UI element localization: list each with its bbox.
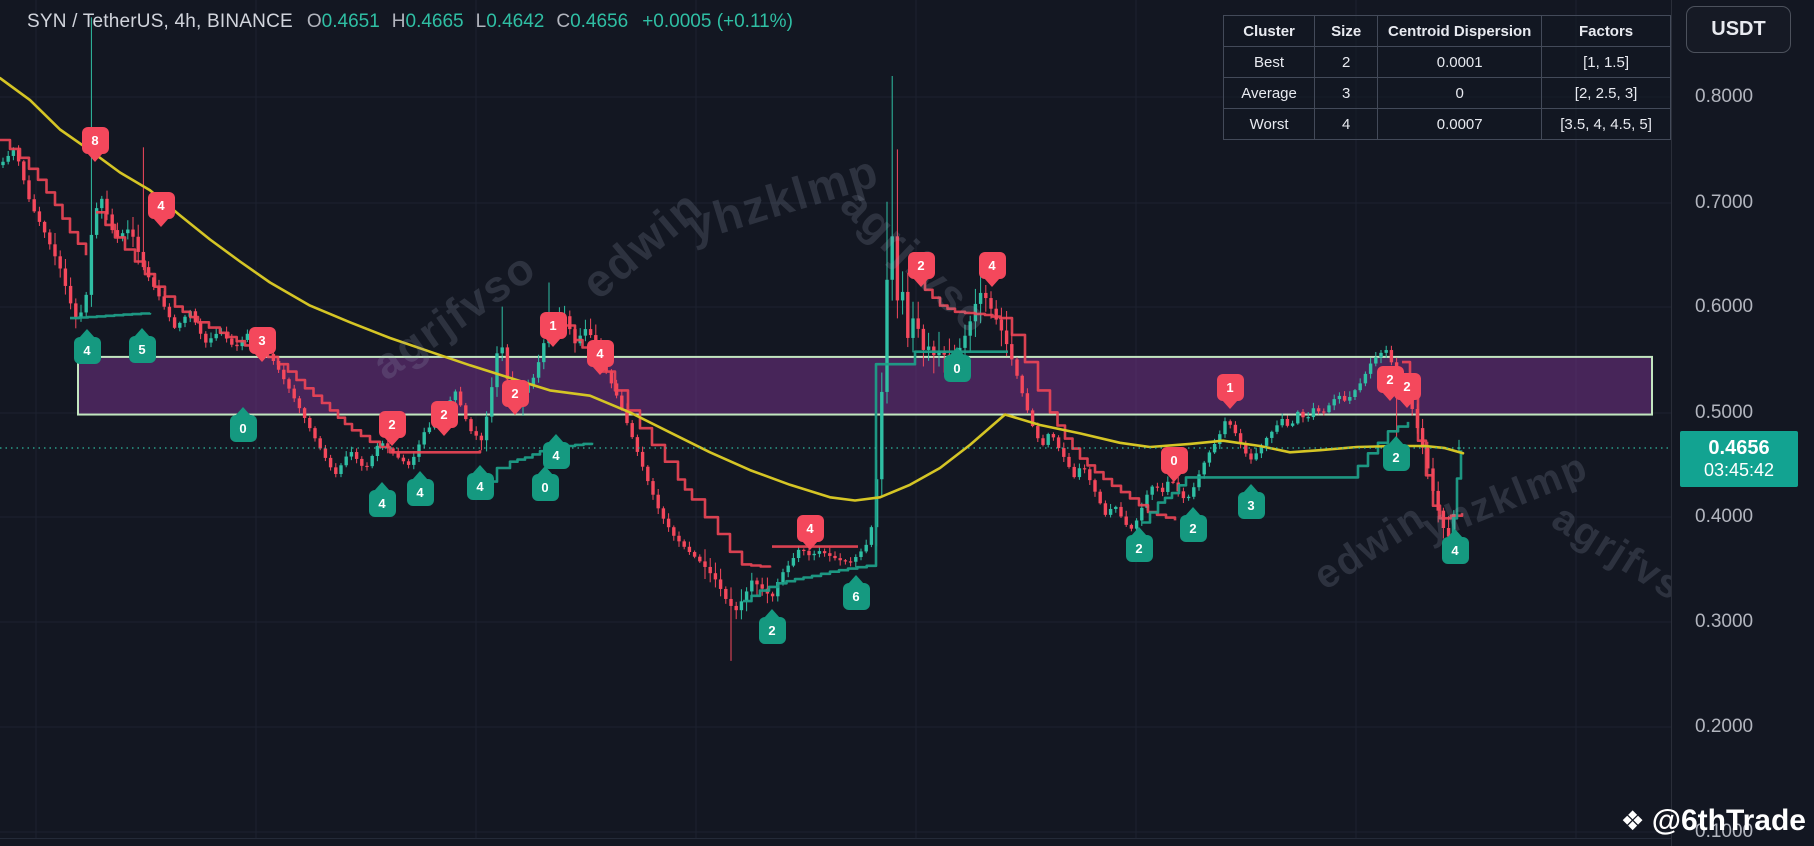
signal-label-up[interactable]: 4 (542, 441, 570, 469)
currency-toggle-button[interactable]: USDT (1686, 6, 1791, 53)
signal-label-down[interactable]: 4 (586, 339, 614, 367)
signal-label-up[interactable]: 4 (406, 478, 434, 506)
trading-chart-app: 4504444026022324843222144240122 agrjfvso… (0, 0, 1814, 846)
low-value: 0.4642 (486, 11, 545, 32)
symbol-legend[interactable]: SYN / TetherUS, 4h, BINANCE O0.4651 H0.4… (27, 11, 793, 33)
cluster-table-cell: [2, 2.5, 3] (1541, 77, 1671, 109)
cluster-table-cell: 0.0007 (1377, 108, 1543, 140)
price-axis-label: 0.3000 (1695, 611, 1754, 632)
last-price-badge: 0.4656 03:45:42 (1680, 431, 1798, 487)
price-axis-label: 0.6000 (1695, 296, 1754, 317)
cluster-table-cell: [1, 1.5] (1541, 46, 1671, 78)
symbol-title[interactable]: SYN / TetherUS, 4h, BINANCE (27, 11, 293, 33)
cluster-table-header: Factors (1541, 15, 1671, 47)
cluster-table-cell: 0.0001 (1377, 46, 1543, 78)
chart-pane[interactable]: 4504444026022324843222144240122 agrjfvso… (0, 0, 1713, 846)
cluster-table-cell: 4 (1314, 108, 1379, 140)
signal-label-up[interactable]: 0 (943, 354, 971, 382)
cluster-table-row: Average 3 0 [2, 2.5, 3] (1222, 77, 1671, 109)
cluster-table-row: Best 2 0.0001 [1, 1.5] (1222, 46, 1671, 78)
cluster-table-cell: Average (1222, 77, 1316, 109)
cluster-table-cell: [3.5, 4, 4.5, 5] (1541, 108, 1671, 140)
signal-label-down[interactable]: 4 (796, 514, 824, 542)
high-value: 0.4665 (405, 11, 464, 32)
high-label: H (391, 11, 406, 32)
account-watermark: ❖ @6thTrade (1620, 804, 1806, 838)
price-scale-axis[interactable]: USDT 0.8000 0.7000 0.6000 0.5000 0.4000 0.300… (1671, 0, 1814, 846)
signal-label-up[interactable]: 2 (758, 616, 786, 644)
cluster-table-cell: 2 (1314, 46, 1379, 78)
cluster-table-cell: 3 (1314, 77, 1379, 109)
price-axis-label: 0.4000 (1695, 506, 1754, 527)
signal-label-up[interactable]: 2 (1382, 443, 1410, 471)
cluster-table-cell: 0 (1377, 77, 1543, 109)
signal-label-down[interactable]: 4 (978, 251, 1006, 279)
cluster-table-header: Centroid Dispersion (1377, 15, 1543, 47)
cluster-table-row: Worst 4 0.0007 [3.5, 4, 4.5, 5] (1222, 108, 1671, 140)
cluster-table-header: Size (1314, 15, 1379, 47)
signal-label-down[interactable]: 0 (1160, 446, 1188, 474)
signal-label-down[interactable]: 1 (1216, 373, 1244, 401)
price-axis-label: 0.2000 (1695, 716, 1754, 737)
signal-label-up[interactable]: 3 (1237, 491, 1265, 519)
signal-label-down[interactable]: 4 (147, 191, 175, 219)
cluster-table-header: Cluster (1222, 15, 1316, 47)
open-label: O (306, 11, 322, 32)
signal-label-down[interactable]: 3 (248, 326, 276, 354)
signal-label-down[interactable]: 2 (501, 379, 529, 407)
signal-label-down[interactable]: 2 (907, 251, 935, 279)
signal-label-down[interactable]: 2 (378, 410, 406, 438)
low-label: L (475, 11, 487, 32)
price-axis-label: 0.5000 (1695, 402, 1754, 423)
signal-label-up[interactable]: 4 (1441, 536, 1469, 564)
bar-countdown-timer: 03:45:42 (1703, 460, 1775, 481)
signal-label-down[interactable]: 2 (430, 400, 458, 428)
cluster-stats-table: Cluster Size Centroid Dispersion Factors Be… (1222, 15, 1671, 140)
last-price-value: 0.4656 (1708, 437, 1770, 460)
close-label: C (556, 11, 571, 32)
cluster-table-cell: Worst (1222, 108, 1316, 140)
cluster-table-cell: Best (1222, 46, 1316, 78)
signal-label-up[interactable]: 4 (368, 489, 396, 517)
price-axis-label: 0.7000 (1695, 192, 1754, 213)
signal-label-up[interactable]: 6 (842, 582, 870, 610)
signal-label-up[interactable]: 2 (1125, 534, 1153, 562)
signal-label-up[interactable]: 5 (128, 335, 156, 363)
close-value: 0.4656 (570, 11, 629, 32)
binance-diamond-icon: ❖ (1620, 805, 1645, 836)
cluster-table-header-row: Cluster Size Centroid Dispersion Factors (1222, 15, 1671, 47)
signal-label-down[interactable]: 2 (1393, 372, 1421, 400)
open-value: 0.4651 (321, 11, 380, 32)
signal-label-up[interactable]: 2 (1179, 514, 1207, 542)
signal-label-down[interactable]: 1 (539, 311, 567, 339)
price-axis-label: 0.8000 (1695, 86, 1754, 107)
signal-label-up[interactable]: 4 (466, 472, 494, 500)
signal-label-up[interactable]: 0 (531, 473, 559, 501)
signal-label-down[interactable]: 8 (81, 126, 109, 154)
change-value: +0.0005 (+0.11%) (642, 11, 793, 32)
ohlc-values: O0.4651 H0.4665 L0.4642 C0.4656 (307, 11, 628, 33)
signal-label-up[interactable]: 0 (229, 414, 257, 442)
signal-label-up[interactable]: 4 (73, 336, 101, 364)
account-handle: @6thTrade (1651, 804, 1806, 837)
time-axis[interactable] (0, 838, 1814, 846)
